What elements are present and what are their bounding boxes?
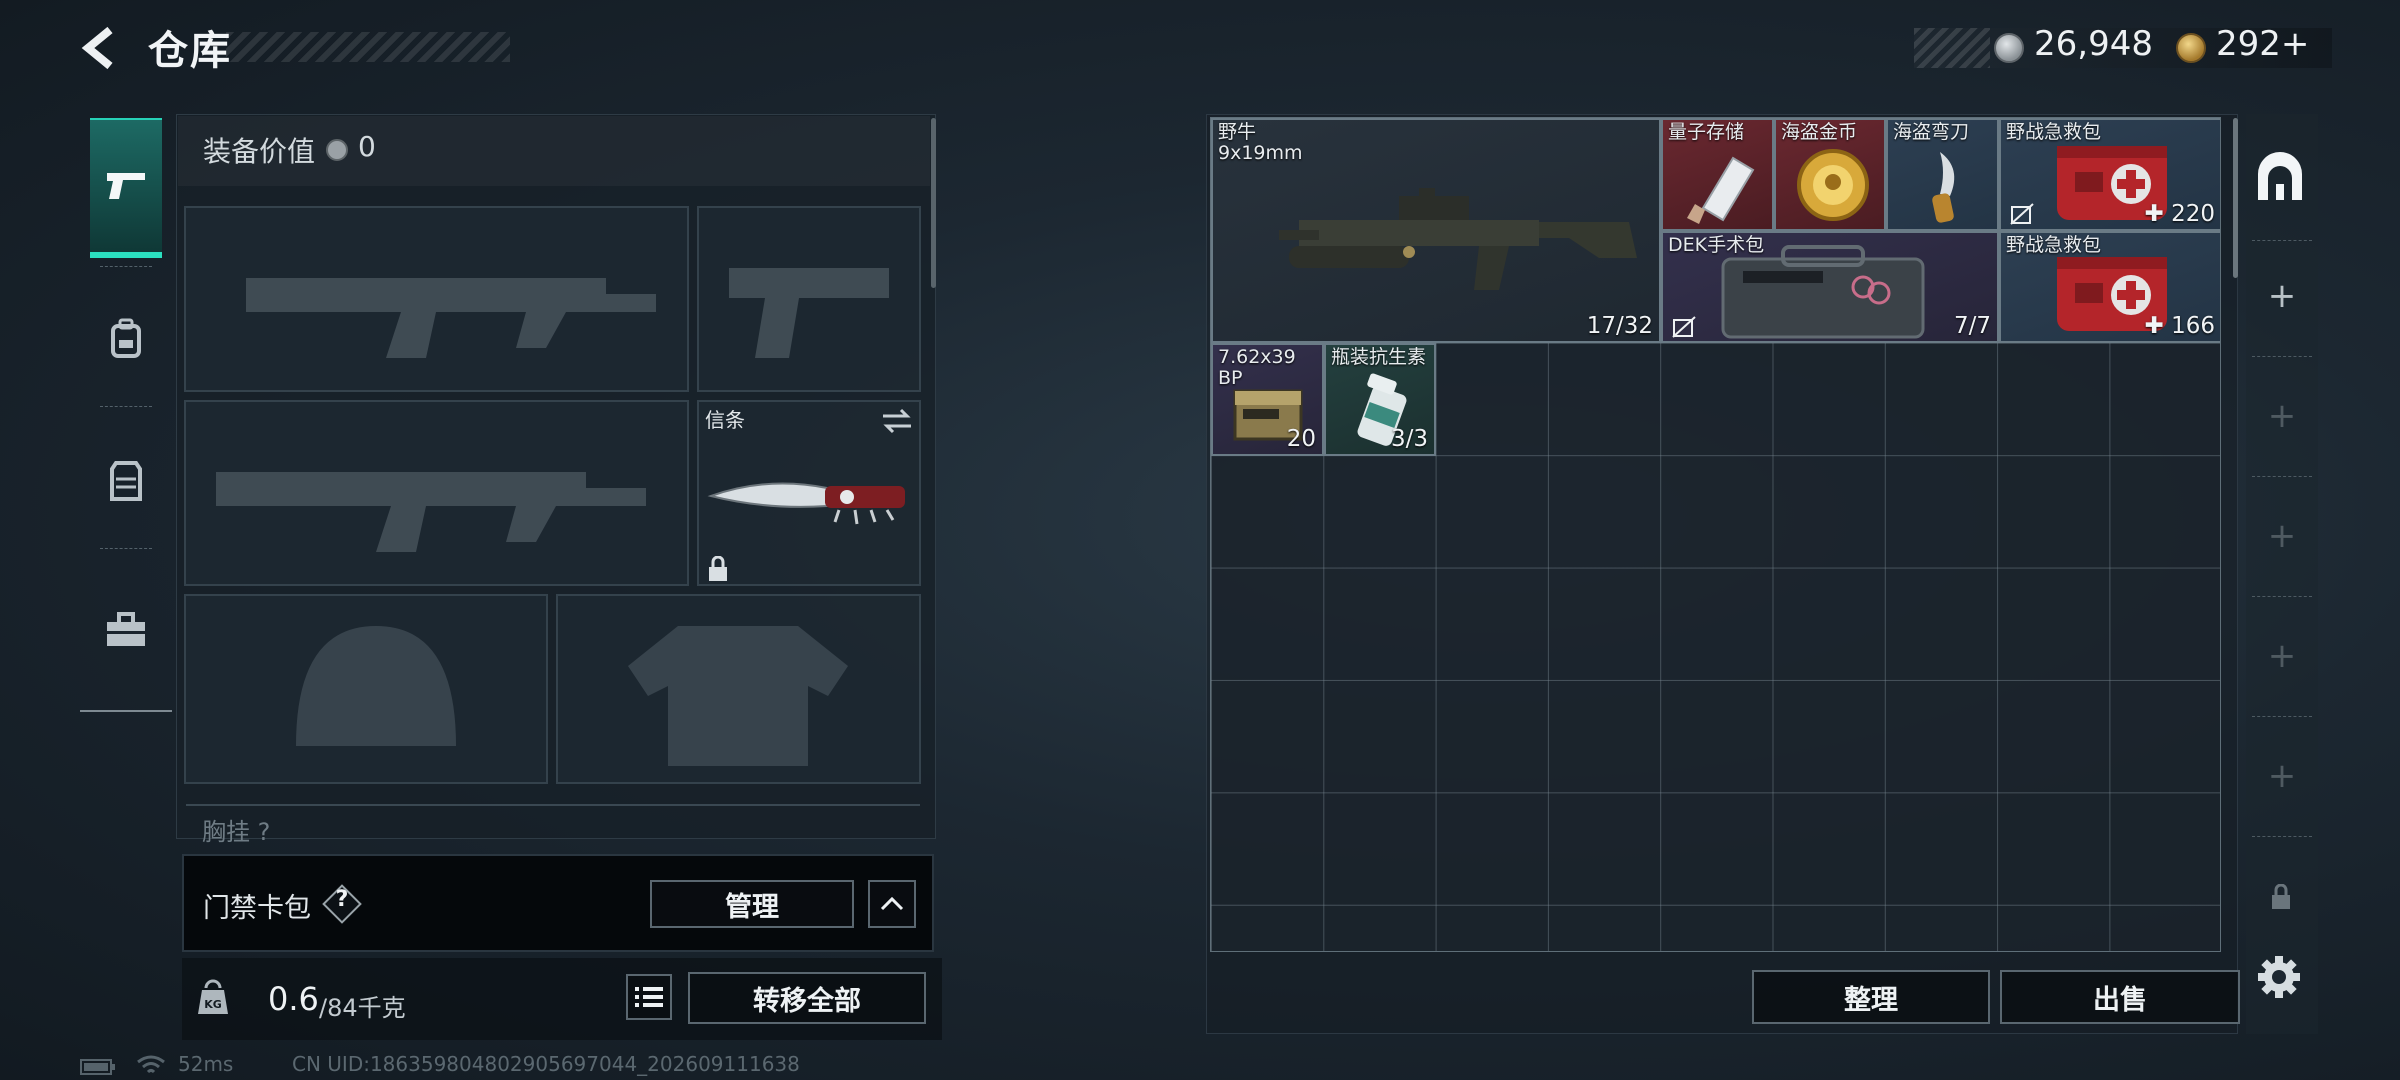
add-stash-tab-button[interactable]: + <box>2264 638 2300 674</box>
helmet-slot[interactable] <box>184 594 548 784</box>
body-armor-slot[interactable] <box>556 594 921 784</box>
help-icon-glyph: ? <box>335 887 349 912</box>
no-insure-icon <box>2010 203 2034 225</box>
tab-backpack[interactable] <box>90 268 162 408</box>
stash-item-pirate-knife[interactable]: 海盗弯刀 <box>1886 118 1999 231</box>
stash-item-rifle[interactable]: 野牛 9x19mm 17/32 <box>1211 118 1661 343</box>
primary-weapon-slot[interactable] <box>184 206 689 392</box>
stash-scrollbar[interactable] <box>2233 118 2238 278</box>
add-stash-tab-button[interactable]: + <box>2264 518 2300 554</box>
pistol-icon <box>107 173 145 199</box>
manage-button[interactable]: 管理 <box>650 880 854 928</box>
pistol-silhouette-icon <box>729 268 889 358</box>
currency-decoration <box>1914 28 1990 68</box>
silver-amount: 26,948 <box>2034 24 2153 64</box>
rail-divider <box>100 266 152 267</box>
rail-divider <box>2252 716 2312 717</box>
backpack-icon <box>111 318 141 358</box>
usb-drive-icon <box>1687 156 1755 224</box>
rail-divider <box>2252 836 2312 837</box>
rail-divider <box>100 406 152 407</box>
rail-divider <box>100 548 152 549</box>
stash-item-ammo[interactable]: 7.62x39 BP 20 <box>1211 343 1324 456</box>
weight-max: /84千克 <box>319 994 406 1022</box>
chevron-up-icon <box>880 896 904 911</box>
sell-button[interactable]: 出售 <box>2000 970 2240 1024</box>
melee-slot-label: 信条 <box>705 408 745 432</box>
tab-toolbox[interactable] <box>90 560 162 700</box>
armor-silhouette-icon <box>628 626 848 766</box>
title-decoration <box>226 32 510 62</box>
list-view-button[interactable] <box>626 974 672 1020</box>
rifle-silhouette-icon <box>216 472 646 552</box>
toolbox-icon <box>107 612 145 646</box>
rail-divider <box>2252 356 2312 357</box>
sort-button[interactable]: 整理 <box>1752 970 1990 1024</box>
equipment-value: 0 <box>358 130 376 163</box>
stash-item-antibiotics[interactable]: 瓶装抗生素 3/3 <box>1324 343 1436 456</box>
lock-icon <box>709 556 727 581</box>
chest-rig-section-header: 胸挂 ? <box>186 804 920 846</box>
tab-weapons[interactable] <box>90 118 162 258</box>
equipment-value-label: 装备价值 <box>203 135 316 168</box>
add-stash-tab-button[interactable]: + <box>2264 758 2300 794</box>
loadout-scrollbar[interactable] <box>931 118 936 288</box>
expand-button[interactable] <box>868 880 916 928</box>
settings-gear-icon[interactable] <box>2256 954 2302 1000</box>
gold-coin-icon <box>1797 149 1869 221</box>
rifle-icon <box>1279 188 1637 290</box>
wifi-icon <box>137 1055 165 1074</box>
rail-divider <box>2252 240 2312 241</box>
stash-item-pirate-coin[interactable]: 海盗金币 <box>1774 118 1886 231</box>
back-arrow-icon[interactable] <box>76 24 124 72</box>
swap-icon[interactable] <box>881 408 913 434</box>
melee-slot[interactable]: 信条 <box>697 400 921 586</box>
stash-item-quantum-storage[interactable]: 量子存储 <box>1661 118 1774 231</box>
warehouse-icon[interactable] <box>2254 152 2306 204</box>
item-durability: 220 <box>2171 201 2215 227</box>
armor-vest-icon <box>110 461 142 501</box>
sidearm-slot[interactable] <box>697 206 921 392</box>
heal-plus-icon: ✚ <box>2144 313 2164 339</box>
svg-text:KG: KG <box>204 998 222 1011</box>
tab-armor[interactable] <box>90 410 162 550</box>
gold-coin-icon <box>2176 33 2206 63</box>
silver-coin-icon <box>1994 33 2024 63</box>
item-durability: 166 <box>2171 313 2215 339</box>
heal-plus-icon: ✚ <box>2144 201 2164 227</box>
stash-item-field-aid-kit[interactable]: 野战急救包 ✚ 166 <box>1999 231 2220 343</box>
rail-divider <box>2252 476 2312 477</box>
silver-coin-icon <box>326 139 348 161</box>
battery-icon <box>80 1059 115 1075</box>
surgery-kit-icon <box>1721 245 1925 339</box>
weight-current: 0.6 <box>268 980 319 1018</box>
ping-text: 52ms <box>178 1052 234 1076</box>
secondary-weapon-slot[interactable] <box>184 400 689 586</box>
gold-amount[interactable]: 292+ <box>2216 24 2309 64</box>
helmet-silhouette-icon <box>296 626 456 746</box>
add-stash-tab-button[interactable]: + <box>2264 398 2300 434</box>
lock-icon <box>2272 884 2290 909</box>
access-card-pack-label: 门禁卡包 <box>203 893 311 924</box>
stash-grid: 野牛 9x19mm 17/32 量子存储 海盗金币 海盗弯刀 野战急救包 ✚ 2… <box>1210 117 2221 952</box>
rifle-silhouette-icon <box>246 278 656 358</box>
add-stash-tab-button[interactable]: + <box>2264 278 2300 314</box>
rail-divider <box>2252 596 2312 597</box>
knife-icon <box>707 482 905 525</box>
list-icon <box>635 987 663 1007</box>
transfer-all-button[interactable]: 转移全部 <box>688 972 926 1024</box>
curved-knife-icon <box>1932 152 1955 223</box>
page-title: 仓库 <box>148 28 232 74</box>
no-insure-icon <box>1672 316 1696 338</box>
weight-kg-icon: KG <box>198 979 228 1014</box>
stash-item-surgery-kit[interactable]: DEK手术包 7/7 <box>1661 231 1999 343</box>
stash-item-field-aid-kit[interactable]: 野战急救包 ✚ 220 <box>1999 118 2220 231</box>
uid-text: CN UID:186359804802905697044_20260911163… <box>292 1052 800 1076</box>
